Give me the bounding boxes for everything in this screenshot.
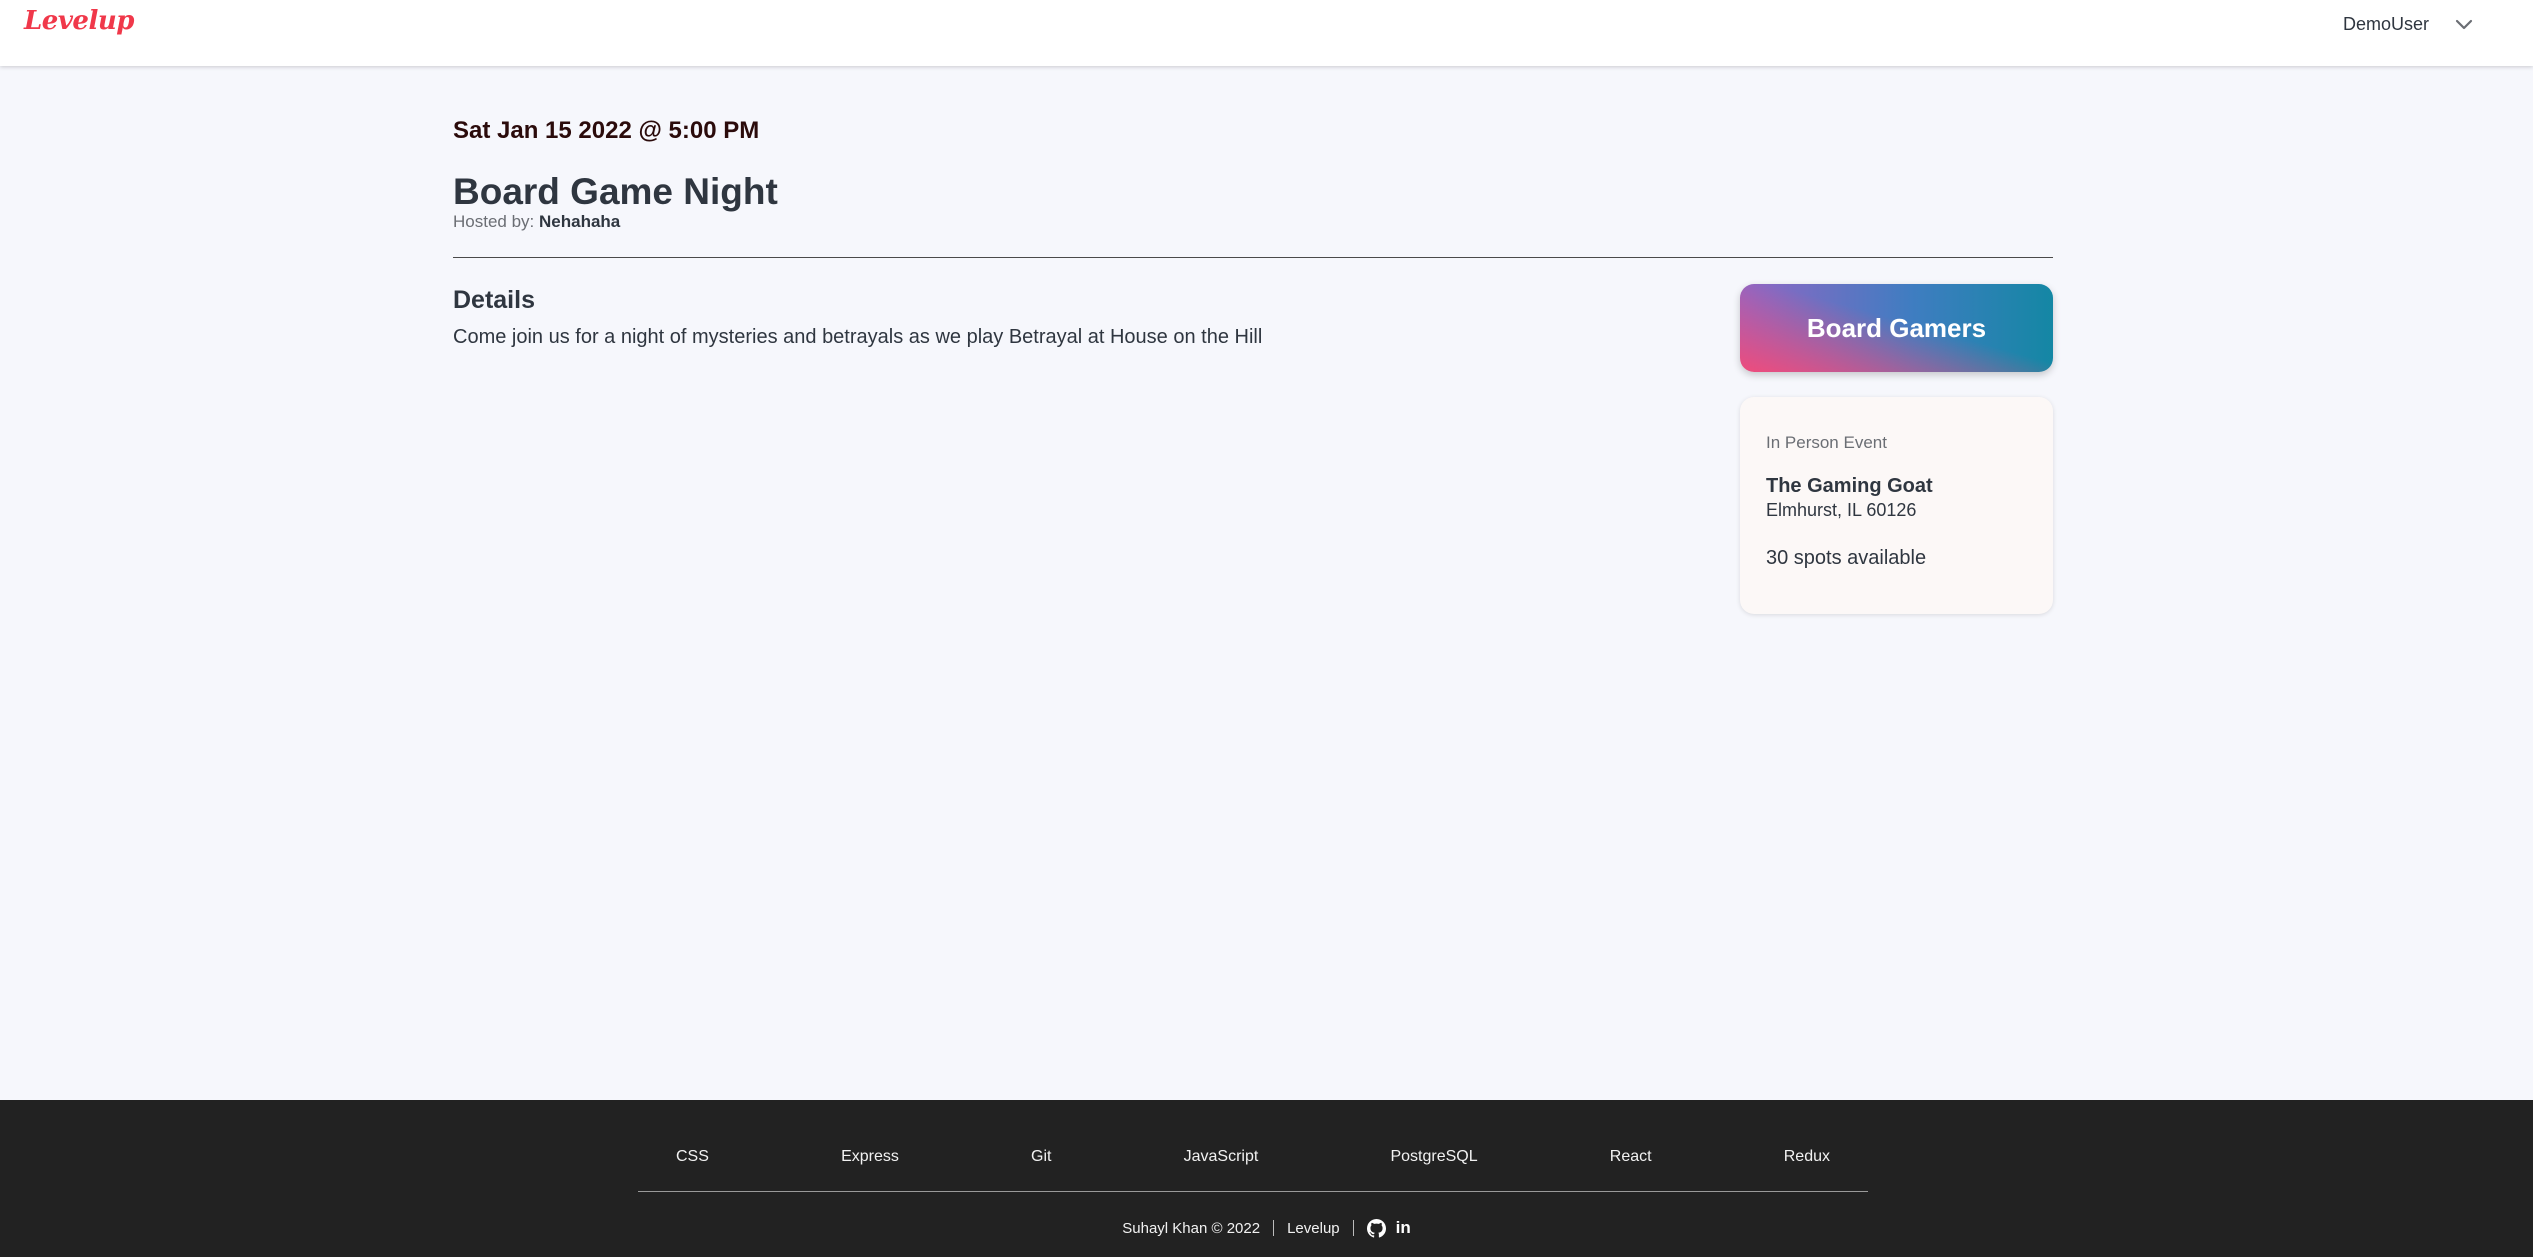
event-title: Board Game Night: [453, 171, 778, 212]
tech-list: CSS Express Git JavaScript PostgreSQL Re…: [638, 1148, 1868, 1166]
details-heading: Details: [453, 286, 535, 314]
user-menu[interactable]: DemoUser: [2343, 14, 2473, 35]
chevron-down-icon[interactable]: [2455, 19, 2473, 31]
host-name: Nehahaha: [539, 212, 621, 231]
tech-item-javascript: JavaScript: [1183, 1148, 1259, 1165]
top-nav: Levelup DemoUser: [0, 0, 2533, 66]
tech-item-express: Express: [841, 1148, 899, 1165]
event-info-card: In Person Event The Gaming Goat Elmhurst…: [1740, 397, 2053, 614]
event-date: Sat Jan 15 2022 @ 5:00 PM: [453, 117, 760, 144]
event-type: In Person Event: [1766, 433, 1887, 452]
app-name: Levelup: [1287, 1219, 1340, 1237]
linkedin-icon[interactable]: in: [1396, 1218, 1411, 1238]
tech-item-redux: Redux: [1783, 1148, 1830, 1165]
separator: [1352, 1220, 1354, 1236]
spots-available: 30 spots available: [1766, 547, 1927, 569]
hosted-by: Hosted by: Nehahaha: [453, 212, 620, 232]
footer-credits: Suhayl Khan © 2022 Levelup in: [0, 1218, 2533, 1238]
tech-item-git: Git: [1031, 1148, 1052, 1165]
levelup-logo[interactable]: Levelup: [24, 6, 134, 36]
hosted-by-label: Hosted by:: [453, 212, 539, 231]
separator: [1273, 1220, 1275, 1236]
details-text: Come join us for a night of mysteries an…: [453, 326, 1263, 348]
footer-divider: [638, 1191, 1868, 1192]
venue-address: Elmhurst, IL 60126: [1766, 500, 1917, 520]
copyright-text: Suhayl Khan © 2022: [1122, 1219, 1261, 1237]
tech-item-css: CSS: [676, 1148, 709, 1165]
venue-name: The Gaming Goat: [1766, 475, 1933, 497]
tech-item-react: React: [1609, 1148, 1652, 1165]
github-icon[interactable]: [1366, 1218, 1386, 1238]
user-name[interactable]: DemoUser: [2343, 14, 2429, 35]
footer: CSS Express Git JavaScript PostgreSQL Re…: [0, 1100, 2533, 1257]
tech-item-postgresql: PostgreSQL: [1390, 1148, 1478, 1165]
divider: [453, 257, 2053, 258]
group-button[interactable]: Board Gamers: [1740, 284, 2053, 372]
